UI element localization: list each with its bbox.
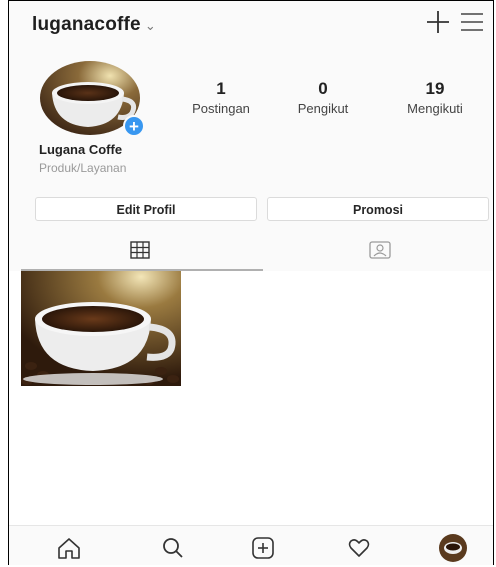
stat-followers[interactable]: 0 Pengikut	[281, 79, 365, 116]
followers-count: 0	[318, 79, 328, 98]
app-frame: luganacoffe ⌄ + 1 Postingan 0 Pengikut 1…	[8, 0, 494, 565]
home-icon[interactable]	[55, 534, 83, 562]
tab-tagged[interactable]	[263, 229, 493, 271]
heart-icon[interactable]	[345, 534, 373, 562]
username-label: luganacoffe	[32, 14, 141, 35]
profile-category: Produk/Layanan	[39, 161, 127, 175]
following-count: 19	[425, 79, 445, 98]
profile-section: + 1 Postingan 0 Pengikut 19 Mengikuti Lu…	[9, 47, 493, 229]
hamburger-menu-icon[interactable]	[459, 11, 485, 33]
chevron-down-icon: ⌄	[144, 18, 156, 33]
posts-label: Postingan	[192, 101, 250, 116]
top-header: luganacoffe ⌄	[9, 1, 493, 47]
coffee-cup-image	[21, 271, 181, 386]
post-thumbnail[interactable]	[21, 271, 181, 386]
promotion-button[interactable]: Promosi	[267, 197, 489, 221]
profile-nav-avatar[interactable]	[439, 534, 467, 562]
add-story-badge[interactable]: +	[123, 115, 145, 137]
bottom-navigation	[9, 525, 493, 565]
posts-count: 1	[216, 79, 226, 98]
profile-name: Lugana Coffe	[39, 142, 123, 157]
following-label: Mengikuti	[407, 101, 463, 116]
stat-posts[interactable]: 1 Postingan	[171, 79, 271, 116]
grid-icon	[130, 241, 150, 259]
search-icon[interactable]	[159, 534, 187, 562]
username-switcher[interactable]: luganacoffe ⌄	[32, 14, 156, 36]
add-post-icon[interactable]	[249, 534, 277, 562]
coffee-cup-image	[439, 534, 467, 562]
tab-grid[interactable]	[21, 229, 263, 271]
followers-label: Pengikut	[297, 101, 349, 116]
profile-tabs	[9, 229, 493, 271]
tagged-person-icon	[369, 241, 391, 259]
stat-following[interactable]: 19 Mengikuti	[390, 79, 480, 116]
plus-icon[interactable]	[425, 9, 451, 35]
edit-profile-button[interactable]: Edit Profil	[35, 197, 257, 221]
